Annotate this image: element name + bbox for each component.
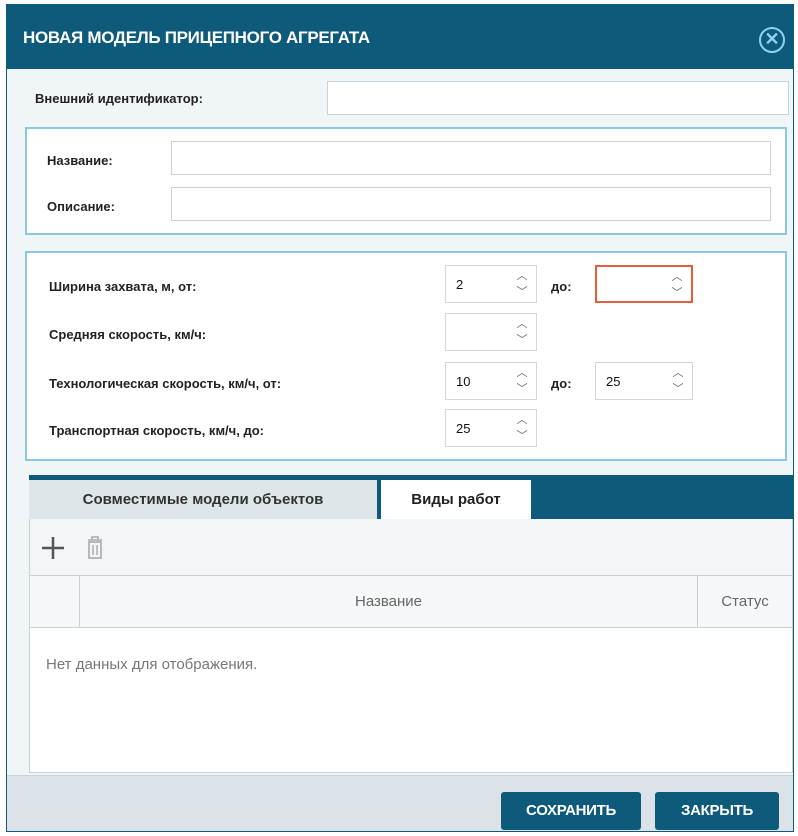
empty-message: Нет данных для отображения. (46, 656, 258, 673)
chevron-down-icon[interactable]: ﹀ (514, 429, 530, 443)
close-button[interactable]: ЗАКРЫТЬ (655, 792, 779, 830)
width-from-value: 2 (456, 277, 464, 292)
params-panel: Ширина захвата, м, от: 2 ︿ ﹀ до: ︿ ﹀ Сре… (25, 251, 787, 461)
save-button[interactable]: СОХРАНИТЬ (501, 792, 641, 830)
tech-speed-to-value: 25 (606, 374, 621, 389)
avg-speed-label: Средняя скорость, км/ч: (49, 327, 207, 342)
name-label: Название: (47, 153, 113, 168)
external-id-label: Внешний идентификатор: (35, 91, 203, 106)
avg-speed-spinner[interactable]: ︿ ﹀ (445, 313, 537, 351)
chevron-up-icon[interactable]: ︿ (514, 413, 530, 427)
description-label: Описание: (47, 199, 115, 214)
external-id-input[interactable] (327, 81, 789, 115)
tech-speed-label: Технологическая скорость, км/ч, от: (49, 376, 282, 391)
grid-header: Название Статус (30, 576, 792, 628)
chevron-down-icon[interactable]: ﹀ (669, 286, 685, 300)
tech-speed-to-label: до: (551, 376, 572, 391)
chevron-down-icon[interactable]: ﹀ (514, 285, 530, 299)
description-input[interactable] (171, 187, 771, 221)
column-header-status[interactable]: Статус (698, 576, 792, 627)
dialog-titlebar: НОВАЯ МОДЕЛЬ ПРИЦЕПНОГО АГРЕГАТА ✕ (7, 5, 793, 69)
column-header-name[interactable]: Название (80, 576, 698, 627)
width-to-spinner[interactable]: ︿ ﹀ (595, 265, 693, 303)
tab-work-types[interactable]: Виды работ (381, 480, 531, 519)
close-icon[interactable]: ✕ (759, 27, 785, 53)
tab-compatible-models[interactable]: Совместимые модели объектов (29, 480, 377, 519)
grid-selector-column (30, 576, 80, 627)
dialog-title: НОВАЯ МОДЕЛЬ ПРИЦЕПНОГО АГРЕГАТА (23, 28, 370, 47)
chevron-down-icon[interactable]: ﹀ (670, 382, 686, 396)
chevron-up-icon[interactable]: ︿ (669, 270, 685, 284)
trash-icon[interactable] (76, 529, 114, 567)
width-from-spinner[interactable]: 2 ︿ ﹀ (445, 265, 537, 303)
width-label: Ширина захвата, м, от: (49, 279, 197, 294)
chevron-up-icon[interactable]: ︿ (670, 366, 686, 380)
chevron-up-icon[interactable]: ︿ (514, 269, 530, 283)
transport-speed-value: 25 (456, 421, 471, 436)
model-dialog: НОВАЯ МОДЕЛЬ ПРИЦЕПНОГО АГРЕГАТА ✕ Внешн… (6, 4, 794, 832)
width-to-label: до: (551, 279, 572, 294)
chevron-up-icon[interactable]: ︿ (514, 317, 530, 331)
plus-icon[interactable] (34, 529, 72, 567)
chevron-up-icon[interactable]: ︿ (514, 366, 530, 380)
work-types-grid: Название Статус Нет данных для отображен… (29, 575, 793, 773)
chevron-down-icon[interactable]: ﹀ (514, 382, 530, 396)
transport-speed-label: Транспортная скорость, км/ч, до: (49, 423, 264, 438)
name-input[interactable] (171, 141, 771, 175)
tech-speed-to-spinner[interactable]: 25 ︿ ﹀ (595, 362, 693, 400)
tech-speed-from-value: 10 (456, 374, 471, 389)
grid-toolbar (29, 519, 793, 575)
name-panel: Название: Описание: (25, 127, 787, 235)
transport-speed-spinner[interactable]: 25 ︿ ﹀ (445, 409, 537, 447)
tab-bar: Совместимые модели объектов Виды работ (29, 475, 793, 519)
chevron-down-icon[interactable]: ﹀ (514, 333, 530, 347)
tech-speed-from-spinner[interactable]: 10 ︿ ﹀ (445, 362, 537, 400)
dialog-footer: СОХРАНИТЬ ЗАКРЫТЬ (7, 775, 793, 831)
